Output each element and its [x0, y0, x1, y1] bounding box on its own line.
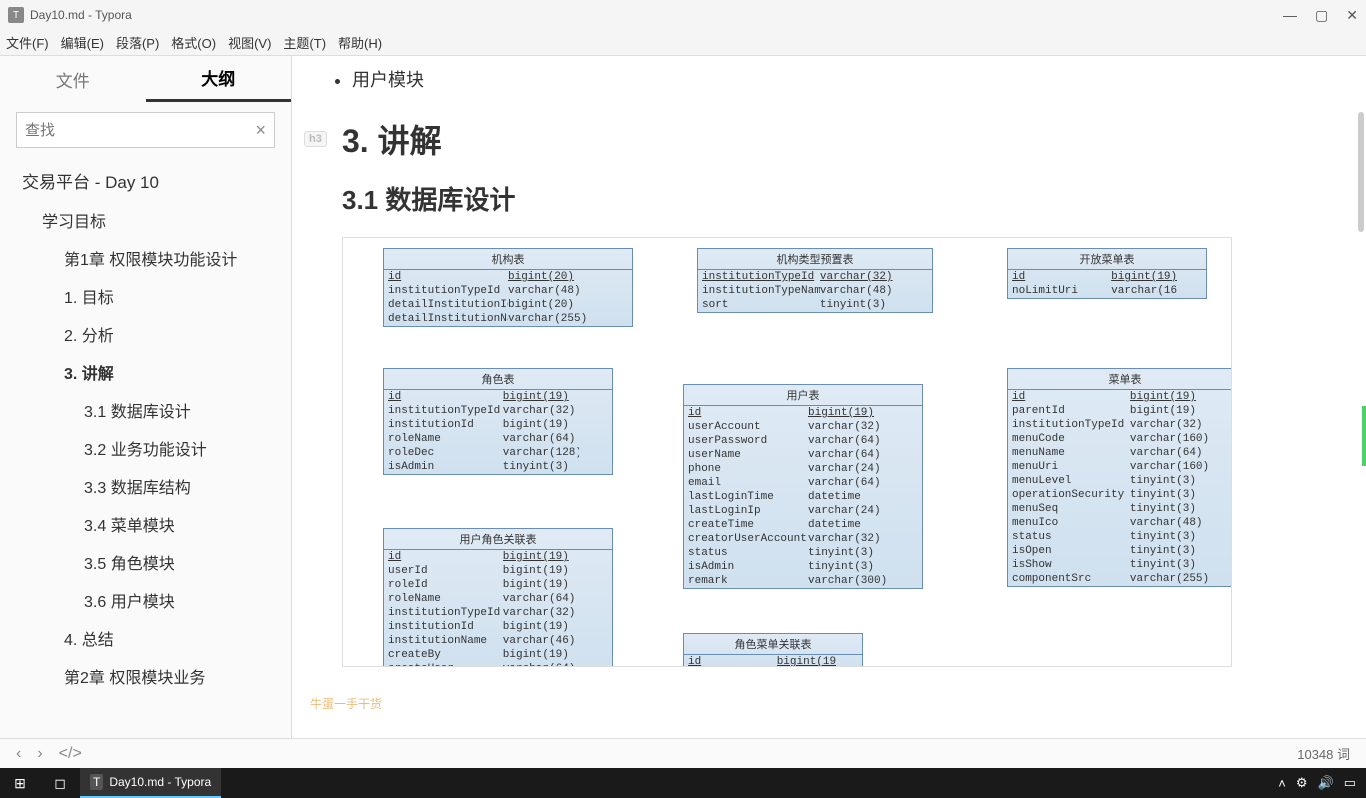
er-diagram: 机构表idbigint(20)institutionTypeIdvarchar(… [342, 237, 1232, 667]
search-input[interactable] [25, 122, 255, 139]
table-rolemenu: 角色菜单关联表idbigint(19) [683, 633, 863, 667]
outline-item[interactable]: 4. 总结 [8, 619, 283, 657]
nav-back[interactable]: ‹ [16, 745, 21, 763]
clear-icon[interactable]: × [255, 120, 266, 141]
table-openmenu: 开放菜单表idbigint(19)noLimitUrivarchar(160) [1007, 248, 1207, 299]
table-orgtype: 机构类型预置表institutionTypeIdvarchar(32)insti… [697, 248, 933, 313]
app-icon: T [90, 774, 103, 790]
outline-item[interactable]: 2. 分析 [8, 315, 283, 353]
heading-explain: h3 3. 讲解 [342, 116, 1336, 162]
outline-item[interactable]: 3.1 数据库设计 [8, 391, 283, 429]
taskview-icon[interactable]: ◻ [40, 768, 80, 798]
menu-view[interactable]: 视图(V) [228, 33, 271, 52]
menubar: 文件(F) 编辑(E) 段落(P) 格式(O) 视图(V) 主题(T) 帮助(H… [0, 30, 1366, 56]
outline-item[interactable]: 学习目标 [8, 201, 283, 239]
table-userrole: 用户角色关联表idbigint(19)userIdbigint(19)roleI… [383, 528, 613, 667]
menu-paragraph[interactable]: 段落(P) [116, 33, 159, 52]
outline-item[interactable]: 第2章 权限模块业务 [8, 657, 283, 695]
taskbar-app[interactable]: T Day10.md - Typora [80, 768, 221, 798]
start-button[interactable]: ⊞ [0, 768, 40, 798]
table-user: 用户表idbigint(19)userAccountvarchar(32)use… [683, 384, 923, 589]
outline-tree: 交易平台 - Day 10 学习目标第1章 权限模块功能设计1. 目标2. 分析… [0, 162, 291, 738]
watermark: 牛蛋一手干货 [310, 695, 382, 712]
tray-network-icon[interactable]: ⚙ [1296, 775, 1308, 791]
outline-item[interactable]: 3.3 数据库结构 [8, 467, 283, 505]
table-menu: 菜单表idbigint(19)parentIdbigint(19)institu… [1007, 368, 1232, 587]
window-title: Day10.md - Typora [30, 8, 132, 22]
minimize-button[interactable]: — [1283, 7, 1297, 24]
menu-format[interactable]: 格式(O) [171, 33, 216, 52]
outline-item[interactable]: 3.4 菜单模块 [8, 505, 283, 543]
maximize-button[interactable]: ▢ [1315, 7, 1328, 24]
outline-item[interactable]: 3.2 业务功能设计 [8, 429, 283, 467]
bullet-item: 用户模块 [352, 66, 1336, 92]
source-toggle[interactable]: </> [59, 745, 82, 763]
outline-root[interactable]: 交易平台 - Day 10 [8, 162, 283, 201]
heading-tag: h3 [304, 131, 327, 147]
editor[interactable]: 用户模块 h3 3. 讲解 3.1 数据库设计 机构表idbigint(20)i… [292, 56, 1366, 738]
menu-edit[interactable]: 编辑(E) [61, 33, 104, 52]
close-button[interactable]: ✕ [1346, 7, 1358, 24]
app-icon: T [8, 7, 24, 23]
outline-item[interactable]: 第1章 权限模块功能设计 [8, 239, 283, 277]
titlebar: T Day10.md - Typora — ▢ ✕ [0, 0, 1366, 30]
tray-up-icon[interactable]: ˄ [1278, 776, 1286, 791]
tray-volume-icon[interactable]: 🔊 [1318, 775, 1334, 791]
tray-notif-icon[interactable]: ▭ [1344, 775, 1356, 791]
tab-outline[interactable]: 大纲 [146, 56, 292, 102]
search-box[interactable]: × [16, 112, 275, 148]
taskbar: ⊞ ◻ T Day10.md - Typora ˄ ⚙ 🔊 ▭ [0, 768, 1366, 798]
heading-db-design: 3.1 数据库设计 [342, 180, 1336, 217]
table-org: 机构表idbigint(20)institutionTypeIdvarchar(… [383, 248, 633, 327]
outline-item[interactable]: 1. 目标 [8, 277, 283, 315]
sidebar: 文件 大纲 × 交易平台 - Day 10 学习目标第1章 权限模块功能设计1.… [0, 56, 292, 738]
word-count[interactable]: 10348 词 [1297, 744, 1350, 763]
table-role: 角色表idbigint(19)institutionTypeIdvarchar(… [383, 368, 613, 475]
menu-file[interactable]: 文件(F) [6, 33, 49, 52]
outline-item[interactable]: 3.5 角色模块 [8, 543, 283, 581]
outline-item[interactable]: 3. 讲解 [8, 353, 283, 391]
tab-files[interactable]: 文件 [0, 56, 146, 102]
nav-forward[interactable]: › [37, 745, 42, 763]
outline-item[interactable]: 3.6 用户模块 [8, 581, 283, 619]
menu-theme[interactable]: 主题(T) [283, 33, 326, 52]
statusbar: ‹ › </> 10348 词 [0, 738, 1366, 768]
menu-help[interactable]: 帮助(H) [338, 33, 382, 52]
